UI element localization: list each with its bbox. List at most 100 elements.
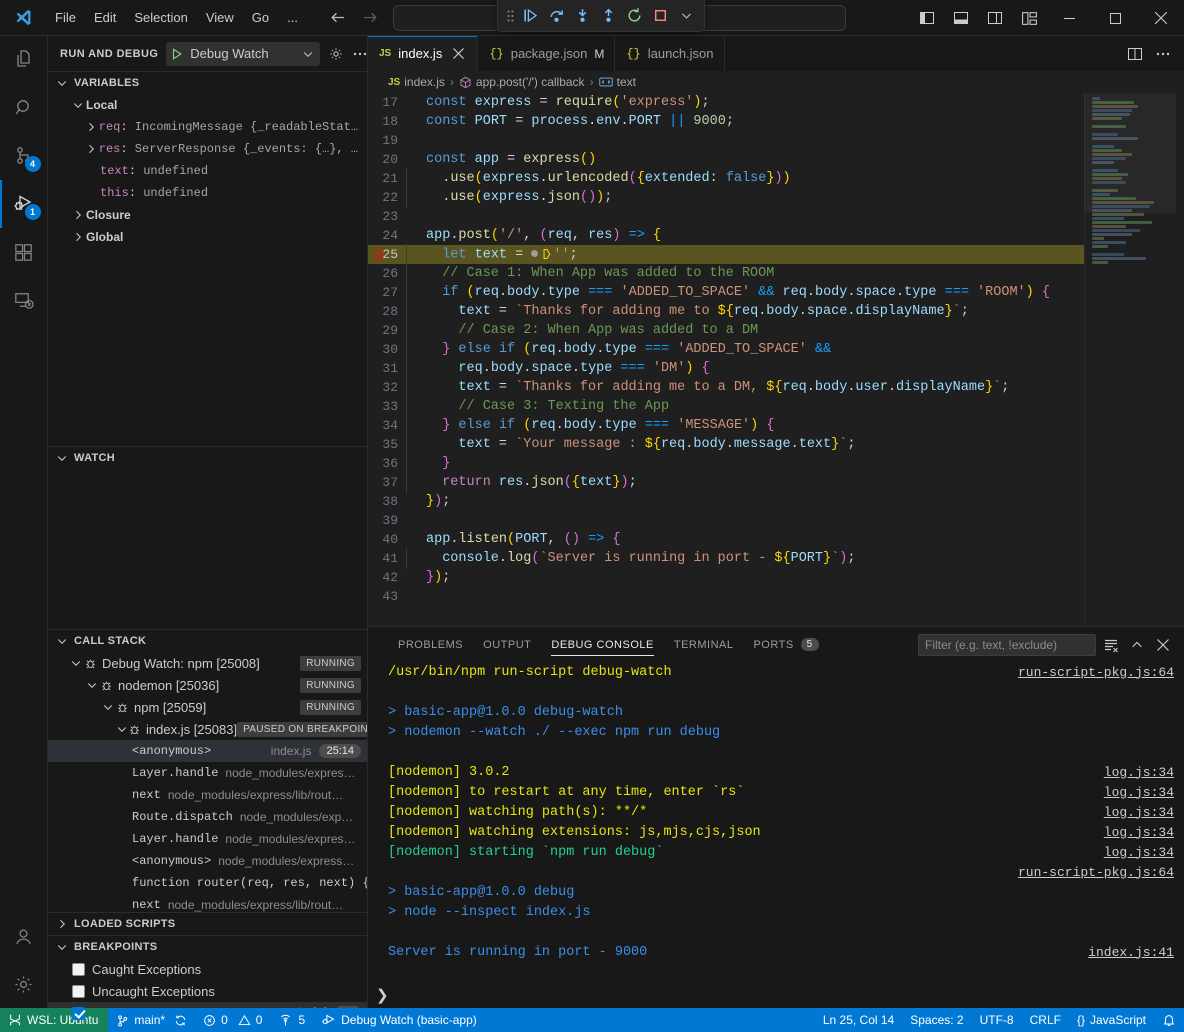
watch-section-header[interactable]: WATCH <box>48 447 367 469</box>
debug-step-into-button[interactable] <box>570 4 594 28</box>
status-encoding[interactable]: UTF-8 <box>972 1008 1022 1032</box>
code-line[interactable]: 17const express = require('express'); <box>368 93 1084 112</box>
call-stack-frame-row[interactable]: next node_modules/express/lib/rout… <box>48 894 367 912</box>
split-editor-icon[interactable] <box>1122 41 1148 67</box>
code-line[interactable]: 25 let text = ''; <box>368 245 1084 264</box>
console-source-link[interactable]: run-script-pkg.js:64 <box>1018 865 1174 880</box>
code-line[interactable]: 29 // Case 2: When App was added to a DM <box>368 321 1084 340</box>
code-line[interactable]: 27 if (req.body.type === 'ADDED_TO_SPACE… <box>368 283 1084 302</box>
variables-scope-closure[interactable]: Closure <box>48 204 367 226</box>
editor-tab-launch-json[interactable]: {} launch.json <box>615 36 724 71</box>
variable-row-text[interactable]: text : undefined <box>48 160 367 182</box>
code-line[interactable]: 34 } else if (req.body.type === 'MESSAGE… <box>368 416 1084 435</box>
sidebar-more-actions-icon[interactable] <box>352 46 368 62</box>
panel-tab-ports[interactable]: PORTS 5 <box>743 627 828 662</box>
console-filter-input[interactable]: Filter (e.g. text, !exclude) <box>918 634 1096 656</box>
variable-row-req[interactable]: req : IncomingMessage {_readableState: … <box>48 116 367 138</box>
menu-go[interactable]: Go <box>243 6 278 29</box>
code-line[interactable]: 36 } <box>368 454 1084 473</box>
code-line[interactable]: 28 text = `Thanks for adding me to ${req… <box>368 302 1084 321</box>
call-stack-frame-row[interactable]: <anonymous> index.js 25:14 <box>48 740 367 762</box>
code-line[interactable]: 41 console.log(`Server is running in por… <box>368 549 1084 568</box>
chevron-down-icon[interactable] <box>302 48 314 60</box>
panel-tab-debug-console[interactable]: DEBUG CONSOLE <box>541 627 663 662</box>
activity-item-search[interactable] <box>0 84 48 132</box>
toggle-panel-icon[interactable] <box>944 0 978 36</box>
menu-file[interactable]: File <box>46 6 85 29</box>
call-stack-frame-row[interactable]: <anonymous> node_modules/express… <box>48 850 367 872</box>
menu-more[interactable]: ... <box>278 6 307 29</box>
debug-restart-button[interactable] <box>622 4 646 28</box>
breadcrumb-item-file[interactable]: JS index.js <box>388 75 445 89</box>
code-line[interactable]: 32 text = `Thanks for adding me to a DM,… <box>368 378 1084 397</box>
editor-tab-index-js[interactable]: JS index.js <box>368 36 478 71</box>
variable-row-this[interactable]: this : undefined <box>48 182 367 204</box>
call-stack-frame-row[interactable]: function router(req, res, next) {.pr <box>48 872 367 894</box>
status-editor-position[interactable]: Ln 25, Col 14 <box>815 1008 902 1032</box>
editor-tab-package-json[interactable]: {} package.json M <box>478 36 615 71</box>
breakpoint-checkbox[interactable] <box>72 963 85 976</box>
status-notifications[interactable] <box>1154 1008 1184 1032</box>
status-problems[interactable]: 0 0 <box>195 1008 270 1032</box>
code-line[interactable]: 39 <box>368 511 1084 530</box>
code-line[interactable]: 38}); <box>368 492 1084 511</box>
console-source-link[interactable]: run-script-pkg.js:64 <box>1018 665 1174 680</box>
activity-item-accounts[interactable] <box>0 912 48 960</box>
call-stack-session-row[interactable]: nodemon [25036] RUNNING <box>48 674 367 696</box>
debug-step-out-button[interactable] <box>596 4 620 28</box>
panel-tab-terminal[interactable]: TERMINAL <box>664 627 744 662</box>
debug-console-output[interactable]: /usr/bin/npm run-script debug-watchrun-s… <box>368 662 1184 982</box>
window-minimize-button[interactable] <box>1046 0 1092 36</box>
call-stack-section-header[interactable]: CALL STACK <box>48 630 367 652</box>
menu-view[interactable]: View <box>197 6 243 29</box>
status-indentation[interactable]: Spaces: 2 <box>902 1008 971 1032</box>
console-source-link[interactable]: log.js:34 <box>1104 825 1174 840</box>
toggle-secondary-sidebar-icon[interactable] <box>978 0 1012 36</box>
sync-icon[interactable] <box>174 1014 187 1027</box>
breakpoint-row-caught-exceptions[interactable]: Caught Exceptions <box>48 958 367 980</box>
code-line[interactable]: 21 .use(express.urlencoded({extended: fa… <box>368 169 1084 188</box>
status-language-mode[interactable]: {} JavaScript <box>1069 1008 1154 1032</box>
variables-section-header[interactable]: VARIABLES <box>48 72 367 94</box>
activity-item-remote-explorer[interactable] <box>0 276 48 324</box>
call-stack-frame-row[interactable]: Layer.handle node_modules/expres… <box>48 762 367 784</box>
status-remote-indicator[interactable]: WSL: Ubuntu <box>0 1008 108 1032</box>
window-close-button[interactable] <box>1138 0 1184 36</box>
code-line[interactable]: 19 <box>368 131 1084 150</box>
code-line[interactable]: 31 req.body.space.type === 'DM') { <box>368 359 1084 378</box>
breakpoints-section-header[interactable]: BREAKPOINTS <box>48 936 367 958</box>
editor-more-actions-icon[interactable] <box>1150 41 1176 67</box>
code-line[interactable]: 42}); <box>368 568 1084 587</box>
breakpoint-glyph-icon[interactable] <box>373 248 387 262</box>
code-line[interactable]: 37 return res.json({text}); <box>368 473 1084 492</box>
code-line[interactable]: 22 .use(express.json()); <box>368 188 1084 207</box>
breadcrumb-item-symbol-variable[interactable]: text <box>599 75 636 89</box>
activity-item-manage-settings[interactable] <box>0 960 48 1008</box>
menu-selection[interactable]: Selection <box>125 6 196 29</box>
call-stack-session-row[interactable]: Debug Watch: npm [25008] RUNNING <box>48 652 367 674</box>
start-debugging-icon[interactable] <box>170 47 184 61</box>
close-icon[interactable] <box>449 45 467 63</box>
minimap[interactable] <box>1084 93 1184 626</box>
breadcrumb-item-symbol-function[interactable]: app.post('/') callback <box>459 75 585 89</box>
code-line[interactable]: 35 text = `Your message : ${req.body.mes… <box>368 435 1084 454</box>
code-line[interactable]: 20const app = express() <box>368 150 1084 169</box>
debug-toolbar-more-icon[interactable] <box>674 4 698 28</box>
call-stack-frame-row[interactable]: Layer.handle node_modules/expres… <box>48 828 367 850</box>
clear-console-icon[interactable] <box>1100 634 1122 656</box>
breakpoint-checkbox[interactable] <box>72 985 85 998</box>
window-maximize-button[interactable] <box>1092 0 1138 36</box>
activity-item-explorer[interactable] <box>0 36 48 84</box>
status-git-branch[interactable]: main* <box>108 1008 195 1032</box>
close-panel-icon[interactable] <box>1152 634 1174 656</box>
breakpoint-row-uncaught-exceptions[interactable]: Uncaught Exceptions <box>48 980 367 1002</box>
customize-layout-icon[interactable] <box>1012 0 1046 36</box>
code-line[interactable]: 40app.listen(PORT, () => { <box>368 530 1084 549</box>
debug-stop-button[interactable] <box>648 4 672 28</box>
code-editor[interactable]: 17const express = require('express');18c… <box>368 93 1184 626</box>
console-source-link[interactable]: index.js:41 <box>1088 945 1174 960</box>
code-line[interactable]: 33 // Case 3: Texting the App <box>368 397 1084 416</box>
debug-step-over-button[interactable] <box>544 4 568 28</box>
loaded-scripts-section-header[interactable]: LOADED SCRIPTS <box>48 913 367 935</box>
console-source-link[interactable]: log.js:34 <box>1104 805 1174 820</box>
